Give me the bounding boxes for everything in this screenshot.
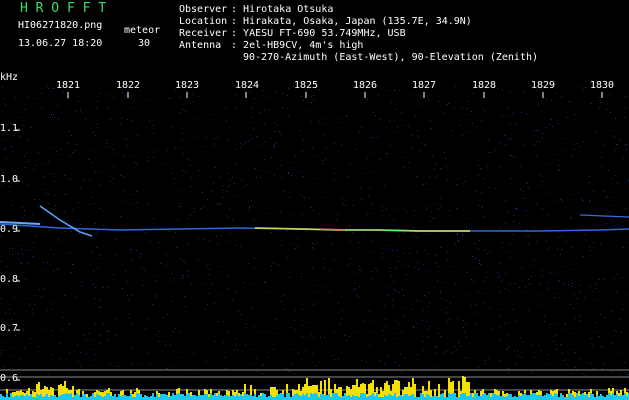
app-title: H R O F F T: [20, 1, 107, 16]
y-axis-unit: kHz: [0, 72, 19, 83]
x-tick-label: 1825: [294, 80, 319, 91]
x-tick-label: 1827: [412, 80, 437, 91]
y-tick-label: 1.0: [0, 174, 19, 185]
antenna-orientation: 90-270-Azimuth (East-West), 90-Elevation…: [243, 52, 539, 63]
observer-key: Observer: [179, 4, 228, 15]
meteor-count: 30: [138, 38, 151, 49]
antenna-key: Antenna: [179, 40, 222, 51]
x-tick-label: 1821: [56, 80, 81, 91]
y-tick-label: 0.8: [0, 274, 19, 285]
receiver-key: Receiver: [179, 28, 228, 39]
y-tick-label: 0.7: [0, 323, 19, 334]
observer-value: : Hirotaka Otsuka: [231, 4, 334, 15]
receiver-value: : YAESU FT-690 53.749MHz, USB: [231, 28, 406, 39]
location-value: : Hirakata, Osaka, Japan (135.7E, 34.9N): [231, 16, 472, 27]
file-name: HI06271820.png: [18, 20, 103, 31]
x-tick-label: 1822: [116, 80, 141, 91]
date-time: 13.06.27 18:20: [18, 38, 103, 49]
meteor-label: meteor: [124, 25, 161, 36]
x-tick-label: 1826: [353, 80, 378, 91]
x-tick-label: 1828: [472, 80, 497, 91]
y-tick-label: 0.6: [0, 373, 19, 384]
y-tick-label: 1.1: [0, 123, 19, 134]
location-key: Location: [179, 16, 228, 27]
x-tick-label: 1829: [531, 80, 556, 91]
x-tick-label: 1823: [175, 80, 200, 91]
x-tick-label: 1830: [590, 80, 615, 91]
x-tick-label: 1824: [235, 80, 260, 91]
right-trace: [579, 214, 629, 218]
antenna-value: : 2el-HB9CV, 4m's high: [231, 40, 364, 51]
y-tick-label: 0.9: [0, 224, 19, 235]
